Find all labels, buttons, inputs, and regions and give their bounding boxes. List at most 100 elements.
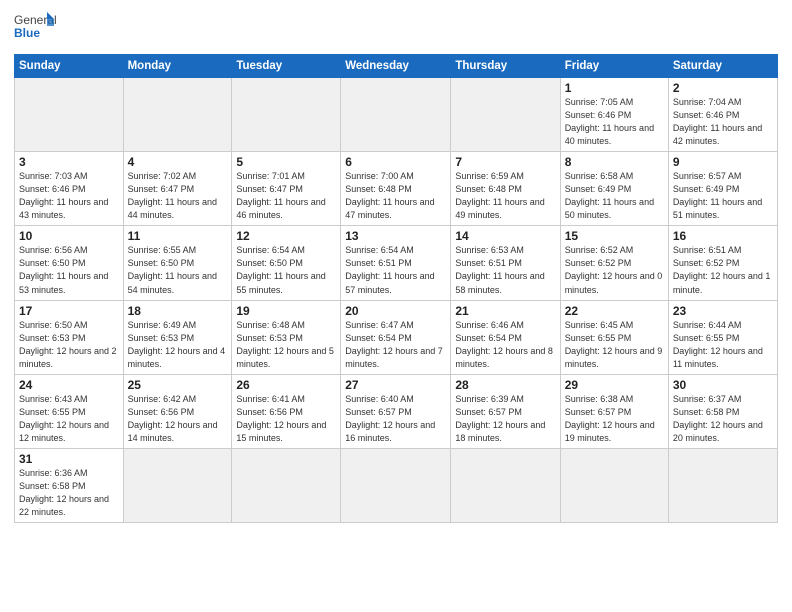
cell-sun-info: Sunrise: 6:39 AM Sunset: 6:57 PM Dayligh… — [455, 393, 555, 445]
cell-day-number: 30 — [673, 378, 773, 392]
calendar-cell: 22Sunrise: 6:45 AM Sunset: 6:55 PM Dayli… — [560, 300, 668, 374]
cell-sun-info: Sunrise: 7:03 AM Sunset: 6:46 PM Dayligh… — [19, 170, 119, 222]
cell-sun-info: Sunrise: 6:50 AM Sunset: 6:53 PM Dayligh… — [19, 319, 119, 371]
calendar-cell: 16Sunrise: 6:51 AM Sunset: 6:52 PM Dayli… — [668, 226, 777, 300]
cell-day-number: 31 — [19, 452, 119, 466]
calendar-cell: 24Sunrise: 6:43 AM Sunset: 6:55 PM Dayli… — [15, 374, 124, 448]
calendar-week-3: 10Sunrise: 6:56 AM Sunset: 6:50 PM Dayli… — [15, 226, 778, 300]
calendar-cell: 8Sunrise: 6:58 AM Sunset: 6:49 PM Daylig… — [560, 152, 668, 226]
cell-sun-info: Sunrise: 7:00 AM Sunset: 6:48 PM Dayligh… — [345, 170, 446, 222]
cell-day-number: 29 — [565, 378, 664, 392]
cell-sun-info: Sunrise: 6:43 AM Sunset: 6:55 PM Dayligh… — [19, 393, 119, 445]
cell-day-number: 20 — [345, 304, 446, 318]
cell-sun-info: Sunrise: 6:51 AM Sunset: 6:52 PM Dayligh… — [673, 244, 773, 296]
calendar-cell: 9Sunrise: 6:57 AM Sunset: 6:49 PM Daylig… — [668, 152, 777, 226]
cell-sun-info: Sunrise: 6:46 AM Sunset: 6:54 PM Dayligh… — [455, 319, 555, 371]
calendar-cell: 21Sunrise: 6:46 AM Sunset: 6:54 PM Dayli… — [451, 300, 560, 374]
cell-day-number: 15 — [565, 229, 664, 243]
cell-sun-info: Sunrise: 6:55 AM Sunset: 6:50 PM Dayligh… — [128, 244, 228, 296]
col-header-saturday: Saturday — [668, 55, 777, 78]
col-header-thursday: Thursday — [451, 55, 560, 78]
cell-day-number: 5 — [236, 155, 336, 169]
calendar-cell — [232, 78, 341, 152]
cell-day-number: 26 — [236, 378, 336, 392]
page: General Blue SundayMondayTuesdayWednesda… — [0, 0, 792, 612]
cell-sun-info: Sunrise: 7:05 AM Sunset: 6:46 PM Dayligh… — [565, 96, 664, 148]
calendar-cell: 18Sunrise: 6:49 AM Sunset: 6:53 PM Dayli… — [123, 300, 232, 374]
col-header-tuesday: Tuesday — [232, 55, 341, 78]
calendar-cell: 1Sunrise: 7:05 AM Sunset: 6:46 PM Daylig… — [560, 78, 668, 152]
cell-day-number: 21 — [455, 304, 555, 318]
calendar-cell: 23Sunrise: 6:44 AM Sunset: 6:55 PM Dayli… — [668, 300, 777, 374]
cell-sun-info: Sunrise: 6:57 AM Sunset: 6:49 PM Dayligh… — [673, 170, 773, 222]
calendar-cell: 5Sunrise: 7:01 AM Sunset: 6:47 PM Daylig… — [232, 152, 341, 226]
cell-sun-info: Sunrise: 6:40 AM Sunset: 6:57 PM Dayligh… — [345, 393, 446, 445]
calendar-cell: 12Sunrise: 6:54 AM Sunset: 6:50 PM Dayli… — [232, 226, 341, 300]
cell-day-number: 23 — [673, 304, 773, 318]
calendar-cell — [232, 448, 341, 522]
cell-day-number: 10 — [19, 229, 119, 243]
cell-day-number: 18 — [128, 304, 228, 318]
logo: General Blue — [14, 10, 56, 46]
calendar-cell: 19Sunrise: 6:48 AM Sunset: 6:53 PM Dayli… — [232, 300, 341, 374]
header: General Blue — [14, 10, 778, 46]
cell-day-number: 7 — [455, 155, 555, 169]
cell-day-number: 25 — [128, 378, 228, 392]
cell-day-number: 22 — [565, 304, 664, 318]
cell-sun-info: Sunrise: 6:54 AM Sunset: 6:50 PM Dayligh… — [236, 244, 336, 296]
col-header-wednesday: Wednesday — [341, 55, 451, 78]
cell-sun-info: Sunrise: 6:59 AM Sunset: 6:48 PM Dayligh… — [455, 170, 555, 222]
cell-day-number: 2 — [673, 81, 773, 95]
cell-sun-info: Sunrise: 6:37 AM Sunset: 6:58 PM Dayligh… — [673, 393, 773, 445]
cell-sun-info: Sunrise: 7:02 AM Sunset: 6:47 PM Dayligh… — [128, 170, 228, 222]
cell-day-number: 4 — [128, 155, 228, 169]
cell-day-number: 11 — [128, 229, 228, 243]
calendar-cell: 10Sunrise: 6:56 AM Sunset: 6:50 PM Dayli… — [15, 226, 124, 300]
calendar-cell: 15Sunrise: 6:52 AM Sunset: 6:52 PM Dayli… — [560, 226, 668, 300]
calendar-cell: 13Sunrise: 6:54 AM Sunset: 6:51 PM Dayli… — [341, 226, 451, 300]
calendar-cell: 11Sunrise: 6:55 AM Sunset: 6:50 PM Dayli… — [123, 226, 232, 300]
calendar-cell — [341, 78, 451, 152]
calendar-cell: 26Sunrise: 6:41 AM Sunset: 6:56 PM Dayli… — [232, 374, 341, 448]
calendar-cell — [560, 448, 668, 522]
cell-day-number: 9 — [673, 155, 773, 169]
generalblue-logo-icon: General Blue — [14, 10, 56, 46]
cell-sun-info: Sunrise: 6:49 AM Sunset: 6:53 PM Dayligh… — [128, 319, 228, 371]
cell-day-number: 14 — [455, 229, 555, 243]
svg-text:Blue: Blue — [14, 26, 40, 40]
calendar-cell: 25Sunrise: 6:42 AM Sunset: 6:56 PM Dayli… — [123, 374, 232, 448]
col-header-friday: Friday — [560, 55, 668, 78]
calendar-cell: 17Sunrise: 6:50 AM Sunset: 6:53 PM Dayli… — [15, 300, 124, 374]
cell-sun-info: Sunrise: 6:47 AM Sunset: 6:54 PM Dayligh… — [345, 319, 446, 371]
cell-sun-info: Sunrise: 6:52 AM Sunset: 6:52 PM Dayligh… — [565, 244, 664, 296]
cell-sun-info: Sunrise: 6:42 AM Sunset: 6:56 PM Dayligh… — [128, 393, 228, 445]
cell-sun-info: Sunrise: 6:56 AM Sunset: 6:50 PM Dayligh… — [19, 244, 119, 296]
cell-day-number: 13 — [345, 229, 446, 243]
calendar-cell — [123, 78, 232, 152]
cell-sun-info: Sunrise: 6:36 AM Sunset: 6:58 PM Dayligh… — [19, 467, 119, 519]
days-of-week-row: SundayMondayTuesdayWednesdayThursdayFrid… — [15, 55, 778, 78]
calendar-week-2: 3Sunrise: 7:03 AM Sunset: 6:46 PM Daylig… — [15, 152, 778, 226]
calendar-cell: 27Sunrise: 6:40 AM Sunset: 6:57 PM Dayli… — [341, 374, 451, 448]
cell-sun-info: Sunrise: 6:48 AM Sunset: 6:53 PM Dayligh… — [236, 319, 336, 371]
calendar-cell — [123, 448, 232, 522]
calendar-week-6: 31Sunrise: 6:36 AM Sunset: 6:58 PM Dayli… — [15, 448, 778, 522]
cell-sun-info: Sunrise: 6:58 AM Sunset: 6:49 PM Dayligh… — [565, 170, 664, 222]
calendar-header: SundayMondayTuesdayWednesdayThursdayFrid… — [15, 55, 778, 78]
cell-day-number: 12 — [236, 229, 336, 243]
cell-sun-info: Sunrise: 6:41 AM Sunset: 6:56 PM Dayligh… — [236, 393, 336, 445]
cell-sun-info: Sunrise: 6:38 AM Sunset: 6:57 PM Dayligh… — [565, 393, 664, 445]
cell-sun-info: Sunrise: 7:04 AM Sunset: 6:46 PM Dayligh… — [673, 96, 773, 148]
calendar-cell: 7Sunrise: 6:59 AM Sunset: 6:48 PM Daylig… — [451, 152, 560, 226]
calendar-cell — [451, 78, 560, 152]
calendar-cell: 14Sunrise: 6:53 AM Sunset: 6:51 PM Dayli… — [451, 226, 560, 300]
calendar-week-5: 24Sunrise: 6:43 AM Sunset: 6:55 PM Dayli… — [15, 374, 778, 448]
cell-sun-info: Sunrise: 7:01 AM Sunset: 6:47 PM Dayligh… — [236, 170, 336, 222]
calendar-cell: 4Sunrise: 7:02 AM Sunset: 6:47 PM Daylig… — [123, 152, 232, 226]
cell-day-number: 1 — [565, 81, 664, 95]
cell-sun-info: Sunrise: 6:53 AM Sunset: 6:51 PM Dayligh… — [455, 244, 555, 296]
cell-day-number: 8 — [565, 155, 664, 169]
cell-day-number: 19 — [236, 304, 336, 318]
calendar-cell: 3Sunrise: 7:03 AM Sunset: 6:46 PM Daylig… — [15, 152, 124, 226]
calendar-cell: 28Sunrise: 6:39 AM Sunset: 6:57 PM Dayli… — [451, 374, 560, 448]
